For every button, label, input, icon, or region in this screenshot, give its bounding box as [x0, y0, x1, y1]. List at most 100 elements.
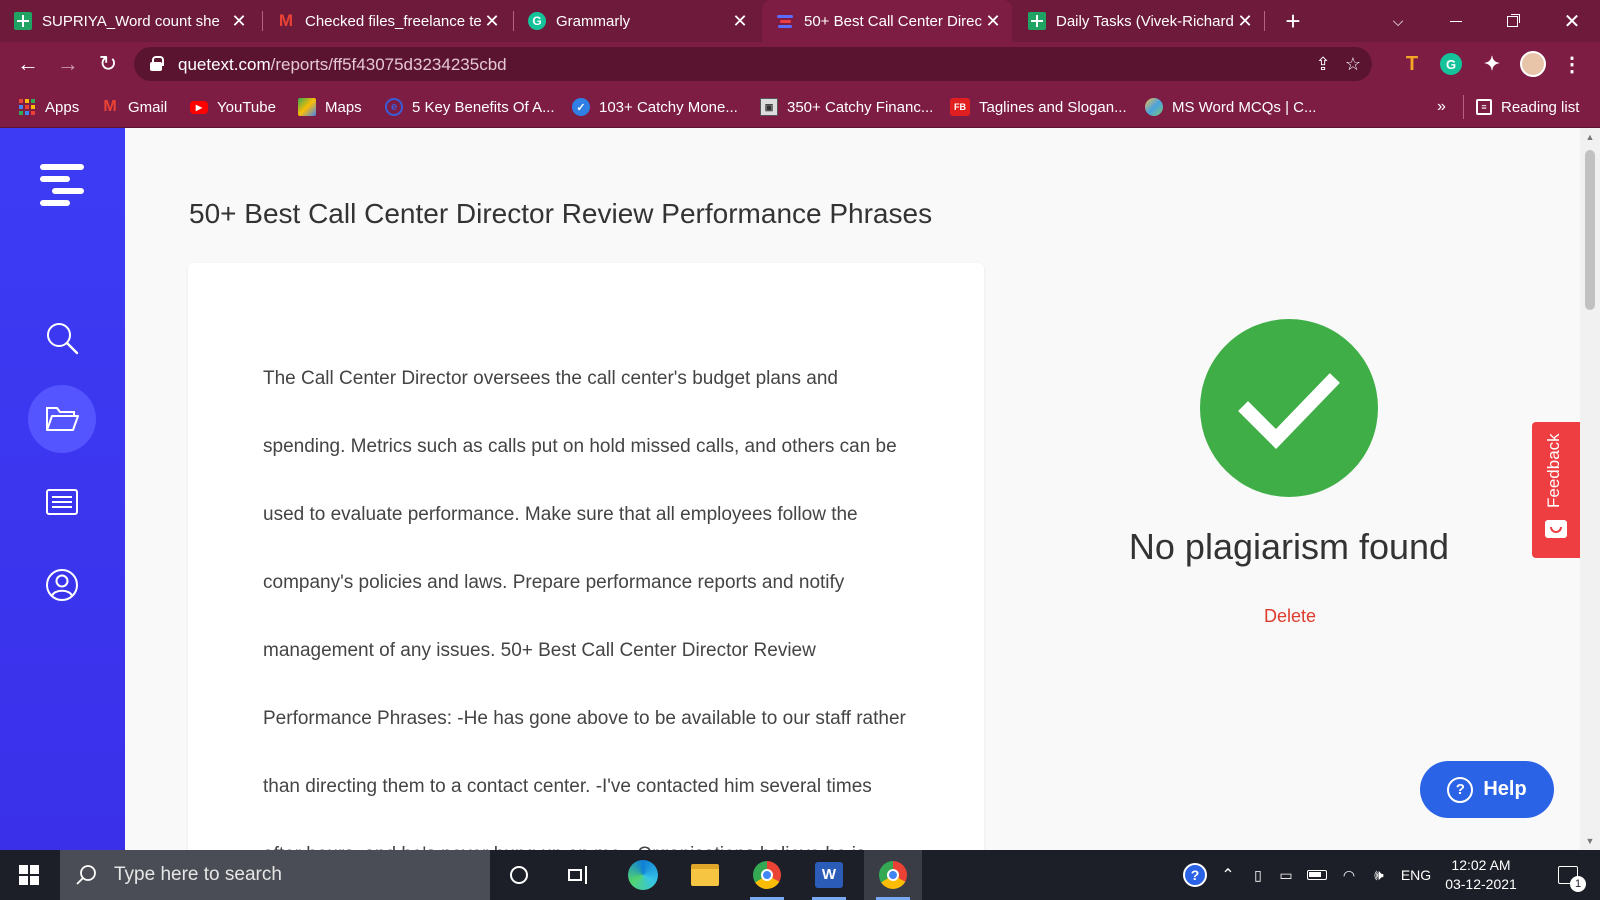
checkmark-icon	[1238, 373, 1340, 449]
close-icon[interactable]: ✕	[481, 10, 503, 32]
share-icon[interactable]: ⇪	[1312, 53, 1334, 75]
extensions-puzzle-icon[interactable]: ✦	[1480, 52, 1504, 76]
tab-search-icon[interactable]: ⌵	[1372, 0, 1424, 42]
back-button[interactable]: ←	[12, 48, 44, 80]
profile-avatar[interactable]	[1520, 51, 1546, 77]
notification-count-badge: 1	[1570, 876, 1586, 892]
bookmark-taglines[interactable]: FB Taglines and Slogan...	[950, 96, 1127, 118]
maps-icon	[298, 98, 316, 116]
display-icon[interactable]: ▭	[1274, 850, 1298, 900]
clock-time: 12:02 AM	[1451, 857, 1511, 873]
reading-list-icon: ≡	[1476, 99, 1492, 115]
notifications-button[interactable]: 1	[1546, 850, 1590, 900]
result-title: No plagiarism found	[1128, 526, 1450, 567]
scroll-down-arrow-icon[interactable]: ▼	[1585, 836, 1595, 846]
restore-button[interactable]	[1486, 0, 1538, 42]
search-placeholder: Type here to search	[114, 864, 282, 885]
tab-title: SUPRIYA_Word count she	[42, 12, 220, 30]
forward-button[interactable]: →	[52, 48, 84, 80]
bookmark-catchy-money[interactable]: ✓ 103+ Catchy Mone...	[572, 96, 738, 118]
minimize-button[interactable]	[1430, 0, 1482, 42]
help-button[interactable]: ? Help	[1420, 761, 1554, 818]
edge-app[interactable]	[614, 850, 672, 900]
page-title: 50+ Best Call Center Director Review Per…	[189, 198, 933, 229]
search-nav-button[interactable]	[28, 304, 96, 372]
bookmarks-overflow-button[interactable]: »	[1437, 96, 1446, 118]
site-icon: ▣	[760, 98, 778, 116]
bookmark-label: YouTube	[217, 98, 276, 116]
bookmark-label: Gmail	[128, 98, 168, 116]
gmail-icon: M	[103, 98, 117, 115]
tab-call-center-director[interactable]: 50+ Best Call Center Direc ✕	[762, 0, 1012, 42]
word-app[interactable]: W	[800, 850, 858, 900]
meet-now-icon[interactable]: ▯	[1246, 850, 1270, 900]
clock-date: 03-12-2021	[1445, 876, 1517, 892]
address-bar[interactable]: quetext.com/reports/ff5f43075d3234235cbd…	[134, 47, 1372, 81]
bookmarks-bar: Apps M Gmail ▶ YouTube Maps e 5 Key Bene…	[0, 86, 1600, 128]
word-icon: W	[815, 862, 843, 888]
tab-supriya-word-count[interactable]: SUPRIYA_Word count she ✕	[0, 0, 258, 42]
url-host: quetext.com	[178, 55, 271, 74]
chrome-app[interactable]	[738, 850, 796, 900]
bookmark-catchy-finance[interactable]: ▣ 350+ Catchy Financ...	[760, 96, 933, 118]
reload-button[interactable]: ↻	[92, 48, 124, 80]
scrollbar-thumb[interactable]	[1585, 150, 1595, 310]
close-icon[interactable]: ✕	[1234, 10, 1256, 32]
reports-folder-nav-button[interactable]	[28, 385, 96, 453]
show-hidden-icons-chevron-icon[interactable]: ⌃	[1215, 850, 1241, 900]
battery-icon[interactable]	[1304, 850, 1330, 900]
bookmark-star-icon[interactable]: ☆	[1342, 53, 1364, 75]
help-tray-icon[interactable]: ?	[1180, 850, 1210, 900]
feedback-tab[interactable]: Feedback	[1532, 422, 1580, 558]
delete-link[interactable]: Delete	[1235, 606, 1345, 627]
reading-list-button[interactable]: ≡ Reading list	[1476, 96, 1579, 118]
bookmark-key-benefits[interactable]: e 5 Key Benefits Of A...	[385, 96, 555, 118]
bookmark-gmail[interactable]: M Gmail	[101, 96, 167, 118]
tab-title: Daily Tasks (Vivek-Richard	[1056, 12, 1234, 30]
close-window-button[interactable]: ✕	[1544, 0, 1600, 42]
close-icon[interactable]: ✕	[729, 10, 751, 32]
list-icon	[46, 489, 78, 515]
menu-kebab-icon[interactable]: ⋮	[1560, 52, 1584, 76]
lock-icon[interactable]	[150, 56, 164, 71]
volume-icon[interactable]: 🕪	[1366, 850, 1392, 900]
search-icon	[76, 865, 96, 885]
document-body-text: The Call Center Director oversees the ca…	[263, 368, 906, 850]
quetext-icon	[776, 12, 794, 30]
scroll-up-arrow-icon[interactable]: ▲	[1585, 132, 1595, 142]
tab-daily-tasks[interactable]: Daily Tasks (Vivek-Richard ✕	[1014, 0, 1264, 42]
close-icon[interactable]: ✕	[228, 10, 250, 32]
youtube-icon: ▶	[190, 100, 208, 114]
bookmark-apps[interactable]: Apps	[18, 96, 79, 118]
close-icon[interactable]: ✕	[982, 10, 1004, 32]
wifi-icon[interactable]: ◠	[1336, 850, 1362, 900]
taskbar-search-box[interactable]: Type here to search	[60, 850, 490, 900]
chrome-profile-app[interactable]	[864, 850, 922, 900]
file-explorer-app[interactable]	[676, 850, 734, 900]
quetext-logo[interactable]	[40, 164, 86, 208]
folder-icon	[691, 864, 719, 886]
cortana-button[interactable]	[490, 850, 548, 900]
bookmark-youtube[interactable]: ▶ YouTube	[190, 96, 276, 118]
grammarly-extension-icon[interactable]: G	[1440, 53, 1462, 75]
page-scrollbar[interactable]: ▲ ▼	[1580, 128, 1600, 850]
tab-title: Grammarly	[556, 12, 631, 30]
bookmark-label: MS Word MCQs | C...	[1172, 98, 1317, 116]
user-icon	[46, 569, 78, 601]
bookmark-maps[interactable]: Maps	[298, 96, 362, 118]
bookmark-label: 103+ Catchy Mone...	[599, 98, 738, 116]
start-button[interactable]	[0, 850, 58, 900]
tab-checked-files[interactable]: M Checked files_freelance te ✕	[263, 0, 511, 42]
extension-t-icon[interactable]: T	[1400, 52, 1424, 76]
language-indicator[interactable]: ENG	[1396, 850, 1436, 900]
account-nav-button[interactable]	[28, 551, 96, 619]
no-plagiarism-badge	[1200, 319, 1378, 497]
tab-grammarly[interactable]: G Grammarly ✕	[514, 0, 759, 42]
bookmark-ms-word-mcqs[interactable]: MS Word MCQs | C...	[1145, 96, 1316, 118]
taskbar-clock[interactable]: 12:02 AM 03-12-2021	[1436, 856, 1526, 894]
list-nav-button[interactable]	[28, 468, 96, 536]
apps-grid-icon	[18, 98, 36, 116]
new-tab-button[interactable]: +	[1265, 0, 1321, 42]
task-view-button[interactable]	[550, 850, 608, 900]
sheets-icon	[14, 12, 32, 30]
